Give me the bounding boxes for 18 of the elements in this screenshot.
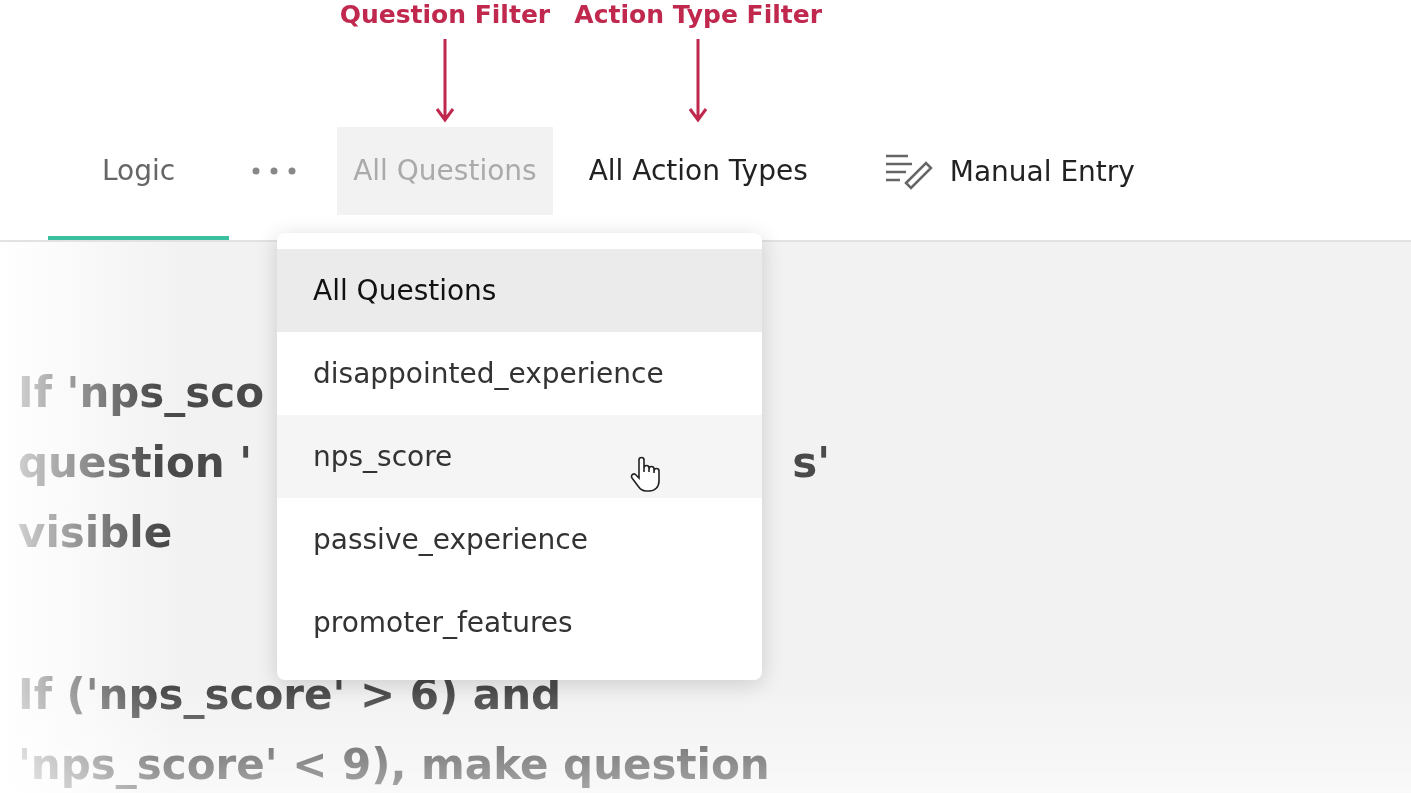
rule-text: s' bbox=[792, 437, 831, 487]
arrow-icon bbox=[688, 39, 709, 123]
annotation-label: Action Type Filter bbox=[574, 0, 823, 29]
manual-entry-link[interactable]: Manual Entry bbox=[949, 154, 1135, 188]
rule-text: visible bbox=[18, 507, 173, 557]
more-icon[interactable] bbox=[251, 166, 298, 176]
annotation-label: Question Filter bbox=[339, 0, 551, 29]
arrow-icon bbox=[434, 39, 455, 123]
menu-item[interactable]: passive_experience bbox=[277, 498, 762, 581]
filter-dropdown[interactable]: All Action Types bbox=[572, 127, 824, 215]
menu-item[interactable]: All Questions bbox=[277, 249, 762, 332]
rule-text: 'nps_score' < 9), make question bbox=[18, 739, 770, 789]
menu-item[interactable]: promoter_features bbox=[277, 581, 762, 664]
rule-text: If 'nps_sco bbox=[18, 367, 265, 417]
menu-item[interactable]: nps_score bbox=[277, 415, 762, 498]
hand-cursor-icon bbox=[630, 455, 660, 495]
rule-text: question ' bbox=[18, 437, 253, 487]
menu-item[interactable]: disappointed_experience bbox=[277, 332, 762, 415]
